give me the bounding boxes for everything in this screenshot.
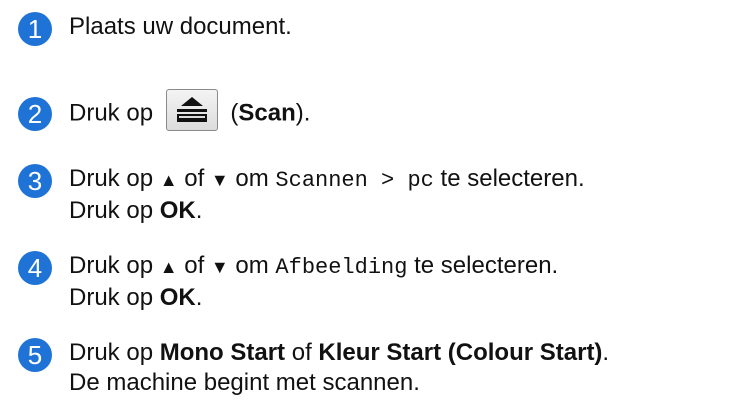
connector-text: of <box>184 252 205 279</box>
step-text: Druk op (Scan). <box>69 89 311 131</box>
instruction-text: De machine begint met scannen. <box>69 369 420 396</box>
connector-text: om <box>235 252 269 279</box>
mono-start-label: Mono Start <box>159 339 286 366</box>
step-4: 4 Druk op ▲ of ▼ om Afbeelding te select… <box>18 251 558 313</box>
menu-option-code: Afbeelding <box>275 255 408 280</box>
punctuation: . <box>602 339 610 366</box>
punctuation: . <box>195 197 203 224</box>
instruction-text: Druk op <box>69 197 154 224</box>
down-arrow-icon: ▼ <box>210 170 229 190</box>
ok-label: OK <box>159 197 196 224</box>
instruction-text: Druk op <box>69 99 154 127</box>
instruction-text: Druk op <box>69 339 154 366</box>
down-arrow-icon: ▼ <box>210 257 229 277</box>
step-number-badge: 4 <box>18 251 52 285</box>
step-text: Plaats uw document. <box>69 12 292 42</box>
step-2: 2 Druk op (Scan). <box>18 89 311 131</box>
scan-button[interactable] <box>165 89 218 131</box>
connector-text: of <box>291 339 312 366</box>
scan-label: Scan <box>238 99 296 127</box>
punctuation: . <box>195 284 203 311</box>
menu-option-code: Scannen > pc <box>275 168 434 193</box>
kleur-start-label: Kleur Start (Colour Start) <box>318 339 603 366</box>
step-number-badge: 3 <box>18 164 52 198</box>
ok-label: OK <box>159 284 196 311</box>
step-text: Druk op ▲ of ▼ om Afbeelding te selecter… <box>69 251 558 313</box>
step-text: Druk op ▲ of ▼ om Scannen > pc te select… <box>69 164 585 226</box>
connector-text: om <box>235 165 269 192</box>
instruction-text: Plaats uw document. <box>69 13 292 40</box>
step-number-badge: 5 <box>18 338 52 372</box>
step-1: 1 Plaats uw document. <box>18 12 292 46</box>
scan-icon <box>176 97 207 122</box>
instruction-text: Druk op <box>69 284 154 311</box>
paren-close: ). <box>295 99 311 127</box>
instruction-text: te selecteren. <box>414 252 559 279</box>
step-3: 3 Druk op ▲ of ▼ om Scannen > pc te sele… <box>18 164 585 226</box>
up-arrow-icon: ▲ <box>159 170 178 190</box>
step-number-badge: 2 <box>18 97 52 131</box>
step-text: Druk op Mono Start of Kleur Start (Colou… <box>69 338 609 398</box>
step-number-badge: 1 <box>18 12 52 46</box>
connector-text: of <box>184 165 205 192</box>
instruction-text: Druk op <box>69 165 154 192</box>
step-5: 5 Druk op Mono Start of Kleur Start (Col… <box>18 338 609 398</box>
up-arrow-icon: ▲ <box>159 257 178 277</box>
instruction-text: Druk op <box>69 252 154 279</box>
instruction-text: te selecteren. <box>440 165 585 192</box>
